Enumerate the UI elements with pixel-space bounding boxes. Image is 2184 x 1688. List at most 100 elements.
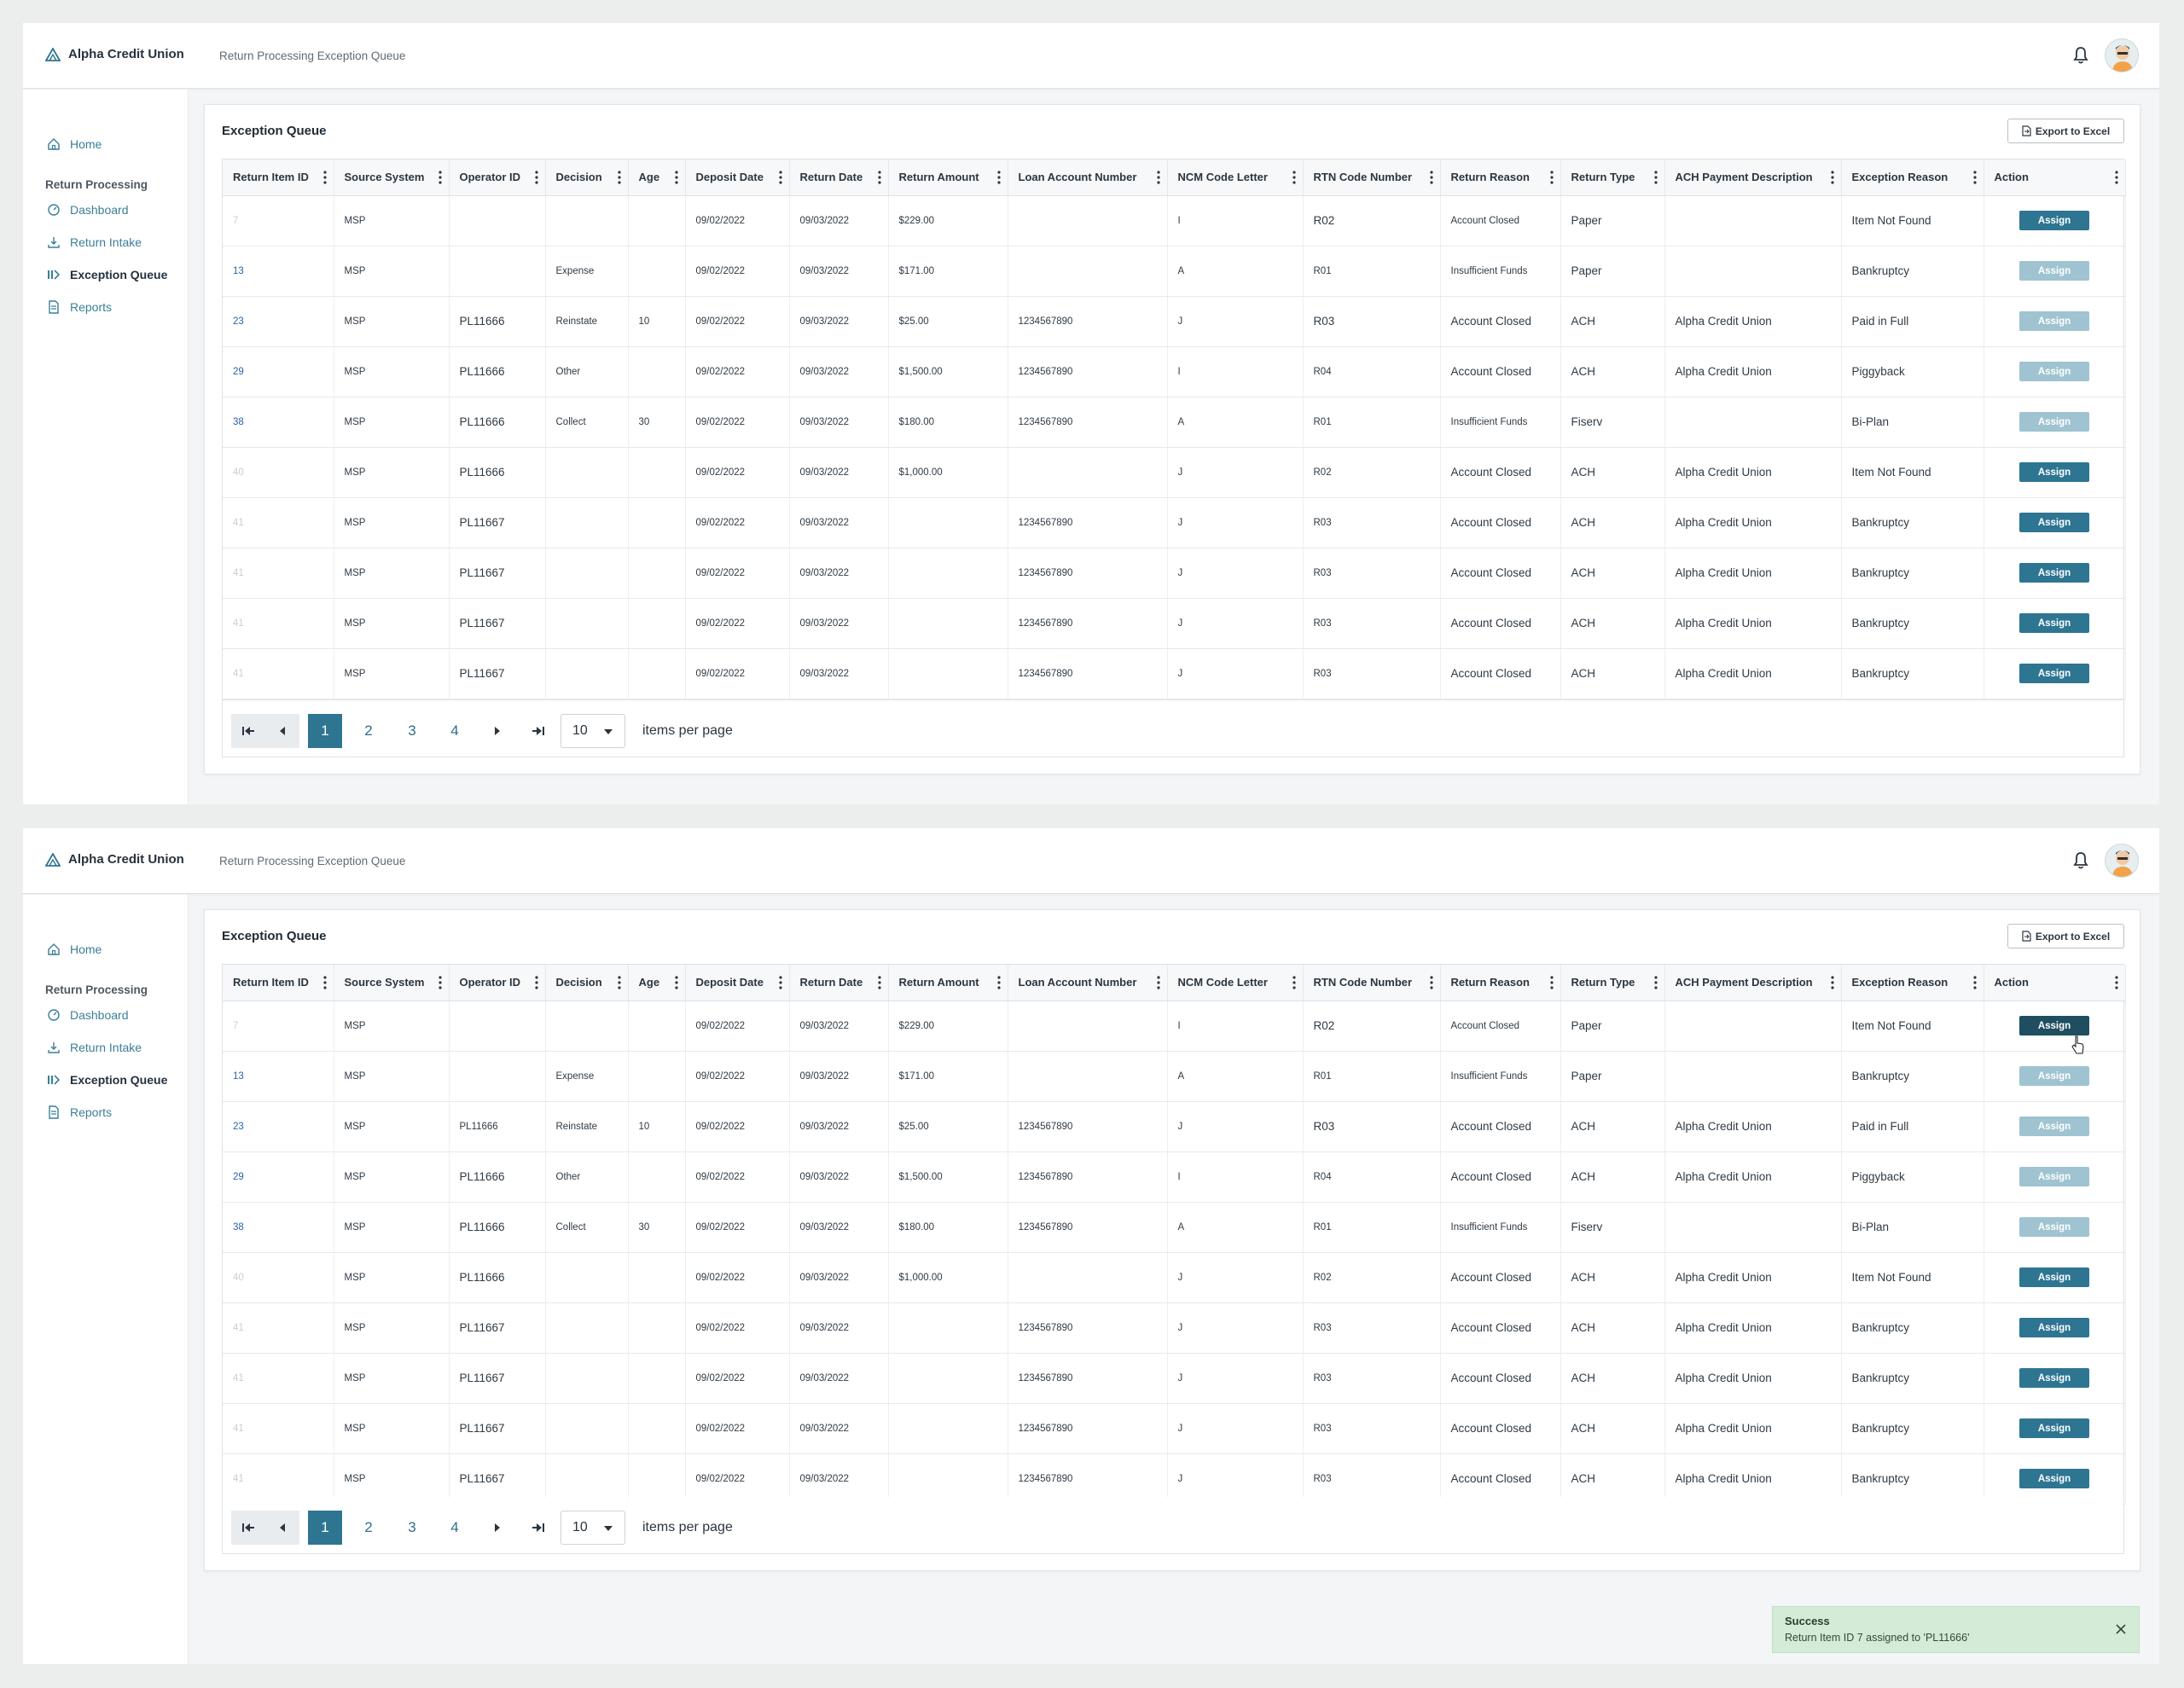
sidebar-item-home[interactable]: Home (47, 940, 102, 959)
assign-button[interactable]: Assign (2019, 261, 2089, 281)
assign-button[interactable]: Assign (2019, 1217, 2089, 1237)
column-header-ncm-code-letter[interactable]: NCM Code Letter (1167, 965, 1304, 1001)
column-header-age[interactable]: Age (628, 160, 686, 196)
page-button-3[interactable]: 3 (395, 714, 429, 748)
column-header-action[interactable]: Action (1984, 965, 2126, 1001)
assign-button[interactable]: Assign (2019, 412, 2089, 432)
next-page-button[interactable] (480, 714, 514, 748)
cell-return-item-id[interactable]: 38 (223, 1202, 334, 1253)
cell-return-item-id[interactable]: 29 (223, 1151, 334, 1203)
next-page-button[interactable] (480, 1511, 514, 1545)
kebab-menu-icon[interactable] (617, 171, 621, 184)
kebab-menu-icon[interactable] (877, 171, 881, 184)
sidebar-item-exception-queue[interactable]: Exception Queue (47, 265, 167, 284)
assign-button[interactable]: Assign (2019, 462, 2089, 482)
assign-button[interactable]: Assign (2019, 1368, 2089, 1388)
cell-return-item-id[interactable]: 41 (223, 1302, 334, 1354)
column-header-operator-id[interactable]: Operator ID (449, 160, 546, 196)
column-header-return-date[interactable]: Return Date (789, 965, 889, 1001)
kebab-menu-icon[interactable] (1653, 171, 1658, 184)
column-header-decision[interactable]: Decision (545, 965, 629, 1001)
page-size-select[interactable]: 10 (561, 714, 625, 748)
column-header-operator-id[interactable]: Operator ID (449, 965, 546, 1001)
last-page-button[interactable] (521, 1511, 555, 1545)
column-header-ach-payment-description[interactable]: ACH Payment Description (1664, 160, 1842, 196)
last-page-button[interactable] (521, 714, 555, 748)
column-header-deposit-date[interactable]: Deposit Date (685, 160, 790, 196)
sidebar-item-home[interactable]: Home (47, 135, 102, 154)
export-to-excel-button[interactable]: Export to Excel (2007, 119, 2124, 143)
column-header-return-item-id[interactable]: Return Item ID (223, 160, 334, 196)
column-header-return-amount[interactable]: Return Amount (888, 160, 1008, 196)
assign-button[interactable]: Assign (2019, 1318, 2089, 1337)
kebab-menu-icon[interactable] (1429, 976, 1433, 989)
sidebar-item-return-intake[interactable]: Return Intake (47, 1038, 142, 1057)
assign-button[interactable]: Assign (2019, 362, 2089, 381)
kebab-menu-icon[interactable] (1156, 976, 1160, 989)
assign-button[interactable]: Assign (2019, 563, 2089, 583)
page-size-select[interactable]: 10 (561, 1511, 625, 1545)
kebab-menu-icon[interactable] (1830, 976, 1834, 989)
assign-button[interactable]: Assign (2019, 1016, 2089, 1035)
page-button-4[interactable]: 4 (438, 714, 472, 748)
column-header-ncm-code-letter[interactable]: NCM Code Letter (1167, 160, 1304, 196)
cell-return-item-id[interactable]: 29 (223, 346, 334, 397)
assign-button[interactable]: Assign (2019, 1267, 2089, 1287)
bell-icon[interactable] (2071, 850, 2091, 871)
kebab-menu-icon[interactable] (996, 976, 1001, 989)
prev-page-button[interactable] (265, 1511, 299, 1545)
kebab-menu-icon[interactable] (322, 171, 327, 184)
column-header-rtn-code-number[interactable]: RTN Code Number (1303, 965, 1441, 1001)
column-header-return-reason[interactable]: Return Reason (1440, 160, 1561, 196)
column-header-return-date[interactable]: Return Date (789, 160, 889, 196)
cell-return-item-id[interactable]: 41 (223, 1353, 334, 1404)
kebab-menu-icon[interactable] (1972, 976, 1977, 989)
kebab-menu-icon[interactable] (877, 976, 881, 989)
cell-return-item-id[interactable]: 41 (223, 497, 334, 548)
cell-return-item-id[interactable]: 13 (223, 246, 334, 297)
kebab-menu-icon[interactable] (534, 976, 538, 989)
kebab-menu-icon[interactable] (674, 171, 678, 184)
assign-button[interactable]: Assign (2019, 311, 2089, 331)
avatar[interactable] (2105, 38, 2139, 73)
avatar[interactable] (2105, 844, 2139, 878)
kebab-menu-icon[interactable] (996, 171, 1001, 184)
brand[interactable]: Alpha Credit Union (45, 852, 184, 867)
kebab-menu-icon[interactable] (1830, 171, 1834, 184)
kebab-menu-icon[interactable] (438, 171, 442, 184)
kebab-menu-icon[interactable] (674, 976, 678, 989)
assign-button[interactable]: Assign (2019, 513, 2089, 532)
column-header-source-system[interactable]: Source System (334, 160, 450, 196)
kebab-menu-icon[interactable] (2114, 976, 2118, 989)
sidebar-item-reports[interactable]: Reports (47, 1103, 112, 1122)
kebab-menu-icon[interactable] (1972, 171, 1977, 184)
export-to-excel-button[interactable]: Export to Excel (2007, 924, 2124, 948)
column-header-return-reason[interactable]: Return Reason (1440, 965, 1561, 1001)
kebab-menu-icon[interactable] (778, 171, 782, 184)
kebab-menu-icon[interactable] (1292, 976, 1296, 989)
sidebar-item-exception-queue[interactable]: Exception Queue (47, 1070, 167, 1089)
kebab-menu-icon[interactable] (617, 976, 621, 989)
cell-return-item-id[interactable]: 41 (223, 1403, 334, 1454)
kebab-menu-icon[interactable] (534, 171, 538, 184)
sidebar-item-reports[interactable]: Reports (47, 298, 112, 316)
column-header-return-type[interactable]: Return Type (1560, 160, 1665, 196)
close-icon[interactable] (2115, 1623, 2127, 1635)
kebab-menu-icon[interactable] (1156, 171, 1160, 184)
sidebar-item-dashboard[interactable]: Dashboard (47, 1006, 129, 1024)
kebab-menu-icon[interactable] (2114, 171, 2118, 184)
kebab-menu-icon[interactable] (1549, 976, 1554, 989)
assign-button[interactable]: Assign (2019, 613, 2089, 633)
column-header-deposit-date[interactable]: Deposit Date (685, 965, 790, 1001)
sidebar-item-return-intake[interactable]: Return Intake (47, 233, 142, 252)
cell-return-item-id[interactable]: 40 (223, 447, 334, 498)
page-button-1[interactable]: 1 (308, 714, 342, 748)
cell-return-item-id[interactable]: 41 (223, 648, 334, 699)
page-button-2[interactable]: 2 (351, 1511, 386, 1545)
assign-button[interactable]: Assign (2019, 1418, 2089, 1438)
column-header-return-item-id[interactable]: Return Item ID (223, 965, 334, 1001)
kebab-menu-icon[interactable] (1292, 171, 1296, 184)
column-header-ach-payment-description[interactable]: ACH Payment Description (1664, 965, 1842, 1001)
prev-page-button[interactable] (265, 714, 299, 748)
column-header-rtn-code-number[interactable]: RTN Code Number (1303, 160, 1441, 196)
